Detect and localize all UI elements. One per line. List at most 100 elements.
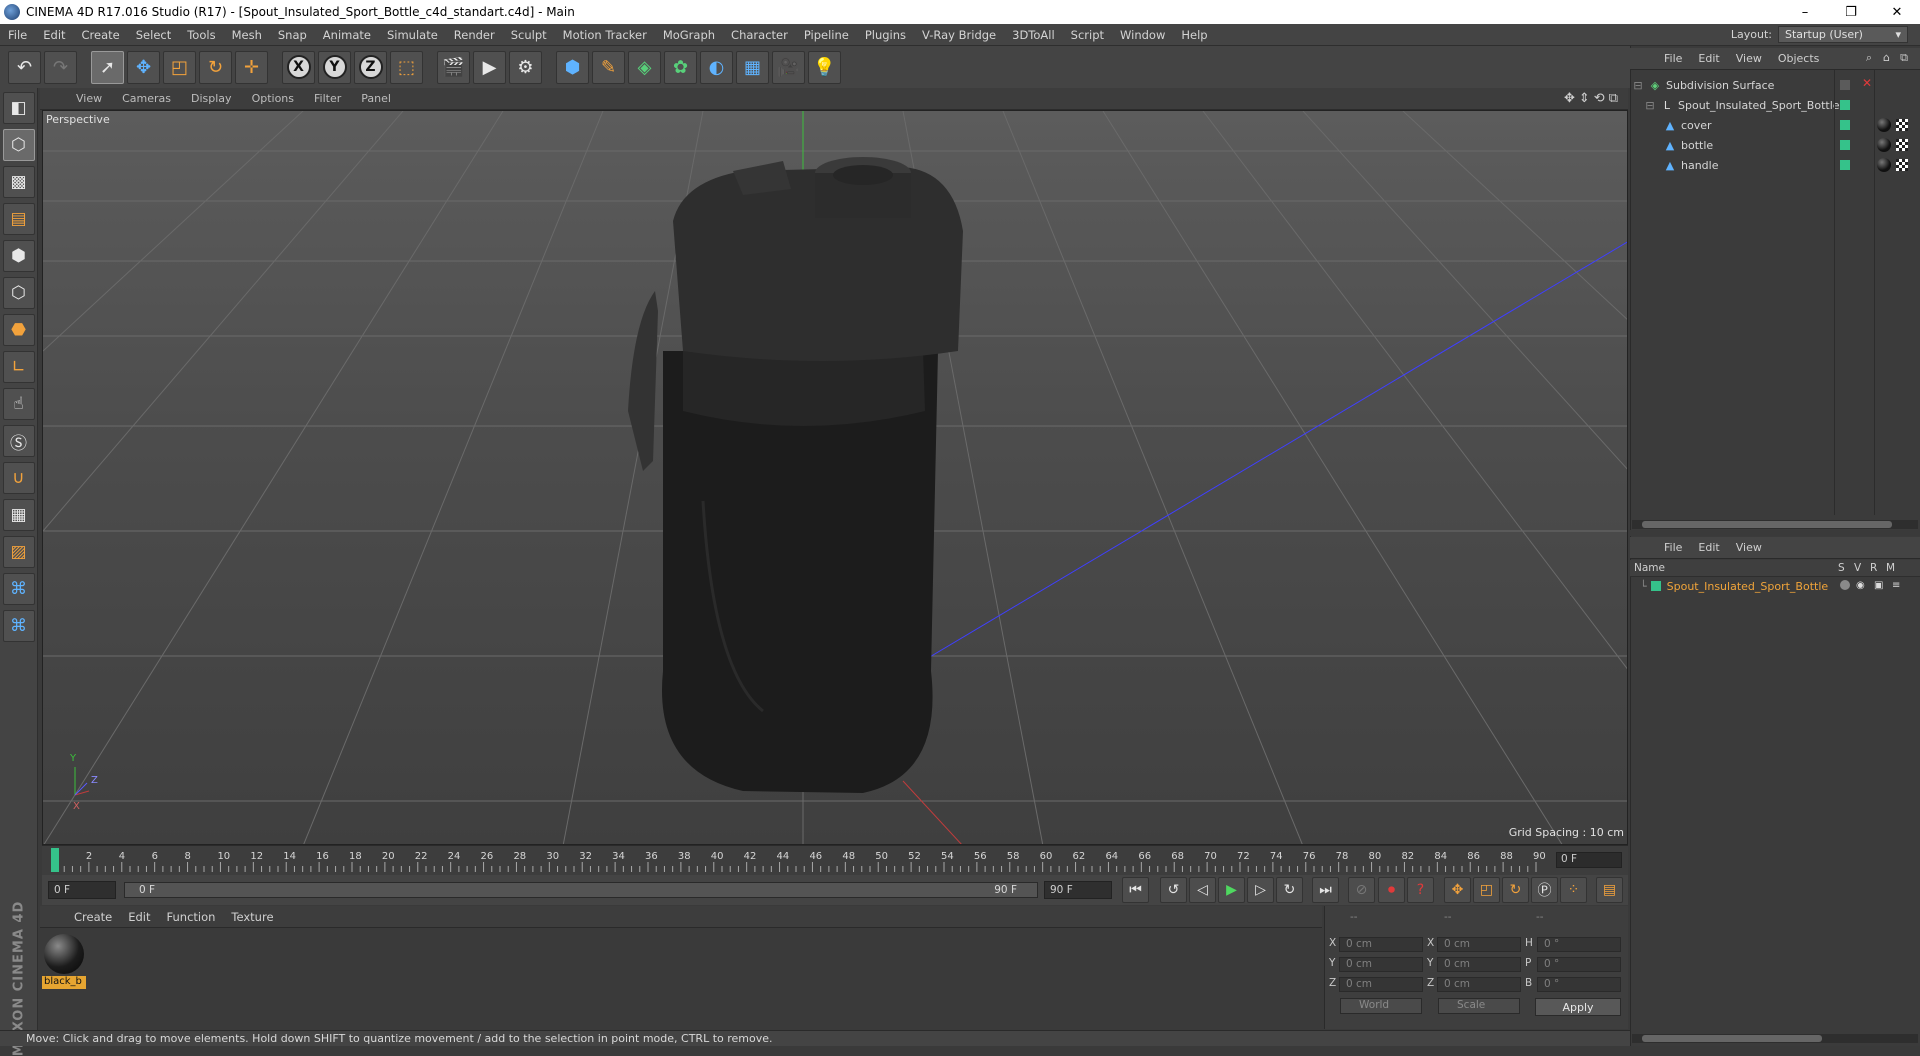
layer-swatch[interactable] — [1840, 160, 1850, 170]
model-mode-button[interactable]: ⬡ — [2, 129, 35, 161]
previous-key-button[interactable]: ↺ — [1160, 877, 1187, 903]
grid-snap-button[interactable]: ▨ — [2, 536, 35, 568]
key-scale-button[interactable]: ◰ — [1473, 877, 1500, 903]
object-menu-view[interactable]: View — [1728, 52, 1770, 65]
key-pla-button[interactable]: ⁘ — [1560, 877, 1587, 903]
spline-pen-button[interactable]: ✎ — [592, 50, 625, 84]
object-menu-objects[interactable]: Objects — [1770, 52, 1828, 65]
rotate-tool-button[interactable]: ↻ — [199, 50, 232, 84]
collapse-icon[interactable]: ⊟ — [1632, 79, 1644, 92]
home-icon[interactable]: ⌂ — [1883, 51, 1890, 64]
light-object-button[interactable]: 💡 — [808, 50, 841, 84]
layer-swatch[interactable] — [1840, 100, 1850, 110]
polygons-mode-button[interactable]: ⬣ — [2, 314, 35, 346]
menu-select[interactable]: Select — [128, 28, 179, 42]
coord-system-dropdown[interactable]: World — [1340, 998, 1422, 1014]
pan-icon[interactable]: ✥ — [1564, 91, 1575, 106]
next-key-button[interactable]: ↻ — [1276, 877, 1303, 903]
camera-object-button[interactable]: 🎥 — [772, 50, 805, 84]
layer-color-swatch[interactable] — [1650, 581, 1661, 591]
magnet-tool-button[interactable]: ∪ — [2, 462, 35, 494]
render-icon[interactable]: ▣ — [1874, 580, 1883, 591]
make-editable-button[interactable]: ◧ — [2, 92, 35, 124]
menu-help[interactable]: Help — [1173, 28, 1215, 42]
texture-tag-icon[interactable] — [1896, 139, 1908, 151]
menu-vray-bridge[interactable]: V-Ray Bridge — [914, 28, 1004, 42]
go-to-start-button[interactable]: ⏮ — [1122, 877, 1149, 903]
size-mode-dropdown[interactable]: Scale — [1438, 998, 1520, 1014]
record-active-button[interactable]: ⊘ — [1348, 877, 1375, 903]
scale-tool-button[interactable]: ◰ — [163, 50, 196, 84]
current-frame-field[interactable]: 0 F — [1556, 852, 1622, 868]
orbit-icon[interactable]: ⟲ — [1594, 91, 1605, 106]
menu-sculpt[interactable]: Sculpt — [503, 28, 555, 42]
timeline-ruler[interactable]: 0246810121416182022242628303234363840424… — [42, 845, 1628, 875]
material-tag-icon[interactable] — [1877, 158, 1891, 172]
pos-y-field[interactable]: 0 cm — [1339, 957, 1423, 972]
search-icon[interactable]: ⌕ — [1866, 51, 1872, 65]
new-window-icon[interactable]: ⧉ — [1900, 51, 1908, 65]
points-mode-button[interactable]: ⬢ — [2, 240, 35, 272]
previous-frame-button[interactable]: ◁ — [1189, 877, 1216, 903]
axis-mode-button[interactable]: ∟ — [2, 351, 35, 383]
menu-simulate[interactable]: Simulate — [379, 28, 446, 42]
tree-item-bottle[interactable]: ▲ bottle — [1632, 136, 1834, 154]
key-rotation-button[interactable]: ↻ — [1502, 877, 1529, 903]
render-view-button[interactable]: 🎬 — [437, 50, 470, 84]
render-settings-button[interactable]: ⚙ — [509, 50, 542, 84]
tweak-mode-button[interactable]: ☝ — [2, 388, 35, 420]
dolly-icon[interactable]: ⇕ — [1579, 91, 1590, 106]
layer-swatch[interactable] — [1840, 120, 1850, 130]
next-frame-button[interactable]: ▷ — [1247, 877, 1274, 903]
material-menu-function[interactable]: Function — [159, 910, 224, 924]
object-menu-file[interactable]: File — [1656, 52, 1690, 65]
tree-item-spout-insulated-sport-bottle[interactable]: ⊟ Ⅼ Spout_Insulated_Sport_Bottle — [1632, 96, 1850, 114]
move-tool-button[interactable]: ✥ — [127, 50, 160, 84]
workplane-lock-button[interactable]: ▦ — [2, 499, 35, 531]
viewport-menu-cameras[interactable]: Cameras — [112, 92, 181, 105]
visible-eye-icon[interactable]: ◉ — [1856, 580, 1865, 591]
solo-dot-icon[interactable] — [1840, 580, 1850, 590]
minimize-button[interactable]: – — [1782, 0, 1828, 24]
size-y-field[interactable]: 0 cm — [1437, 957, 1521, 972]
python-script-2-button[interactable]: ⌘ — [2, 610, 35, 642]
layer-swatch[interactable] — [1840, 80, 1850, 90]
viewport-menu-display[interactable]: Display — [181, 92, 242, 105]
redo-button[interactable]: ↷ — [44, 50, 77, 84]
rot-p-field[interactable]: 0 ° — [1537, 957, 1621, 972]
bottle-model[interactable] — [628, 157, 963, 793]
menu-file[interactable]: File — [0, 28, 35, 42]
layer-row[interactable]: └ Spout_Insulated_Sport_Bottle — [1640, 577, 1828, 595]
x-axis-lock-button[interactable]: X — [282, 50, 315, 84]
viewport-menu-filter[interactable]: Filter — [304, 92, 351, 105]
cube-object-button[interactable]: ⬢ — [556, 50, 589, 84]
maximize-icon[interactable]: ⧉ — [1609, 91, 1618, 106]
viewport-menu-options[interactable]: Options — [242, 92, 304, 105]
y-axis-lock-button[interactable]: Y — [318, 50, 351, 84]
pos-z-field[interactable]: 0 cm — [1339, 977, 1423, 992]
texture-tag-icon[interactable] — [1896, 119, 1908, 131]
render-to-picture-viewer-button[interactable]: ▶ — [473, 50, 506, 84]
layout-dropdown[interactable]: Startup (User) ▾ — [1778, 26, 1908, 43]
disabled-x-icon[interactable]: ✕ — [1862, 76, 1872, 90]
playhead[interactable] — [51, 848, 59, 872]
menu-render[interactable]: Render — [446, 28, 503, 42]
menu-pipeline[interactable]: Pipeline — [796, 28, 857, 42]
menu-animate[interactable]: Animate — [315, 28, 379, 42]
layer-manager-scrollbar[interactable] — [1632, 1034, 1918, 1043]
tree-item-handle[interactable]: ▲ handle — [1632, 156, 1834, 174]
menu-plugins[interactable]: Plugins — [857, 28, 914, 42]
mograph-cloner-button[interactable]: ✿ — [664, 50, 697, 84]
apply-button[interactable]: Apply — [1535, 998, 1621, 1016]
menu-edit[interactable]: Edit — [35, 28, 73, 42]
texture-tag-icon[interactable] — [1896, 159, 1908, 171]
material-menu-create[interactable]: Create — [66, 910, 120, 924]
timeline-window-button[interactable]: ▤ — [1596, 877, 1623, 903]
menu-motion-tracker[interactable]: Motion Tracker — [555, 28, 655, 42]
workplane-mode-button[interactable]: ▤ — [2, 203, 35, 235]
key-parameter-button[interactable]: Ⓟ — [1531, 877, 1558, 903]
deformer-button[interactable]: ◐ — [700, 50, 733, 84]
z-axis-lock-button[interactable]: Z — [354, 50, 387, 84]
menu-mograph[interactable]: MoGraph — [655, 28, 723, 42]
layer-menu-view[interactable]: View — [1728, 541, 1770, 554]
